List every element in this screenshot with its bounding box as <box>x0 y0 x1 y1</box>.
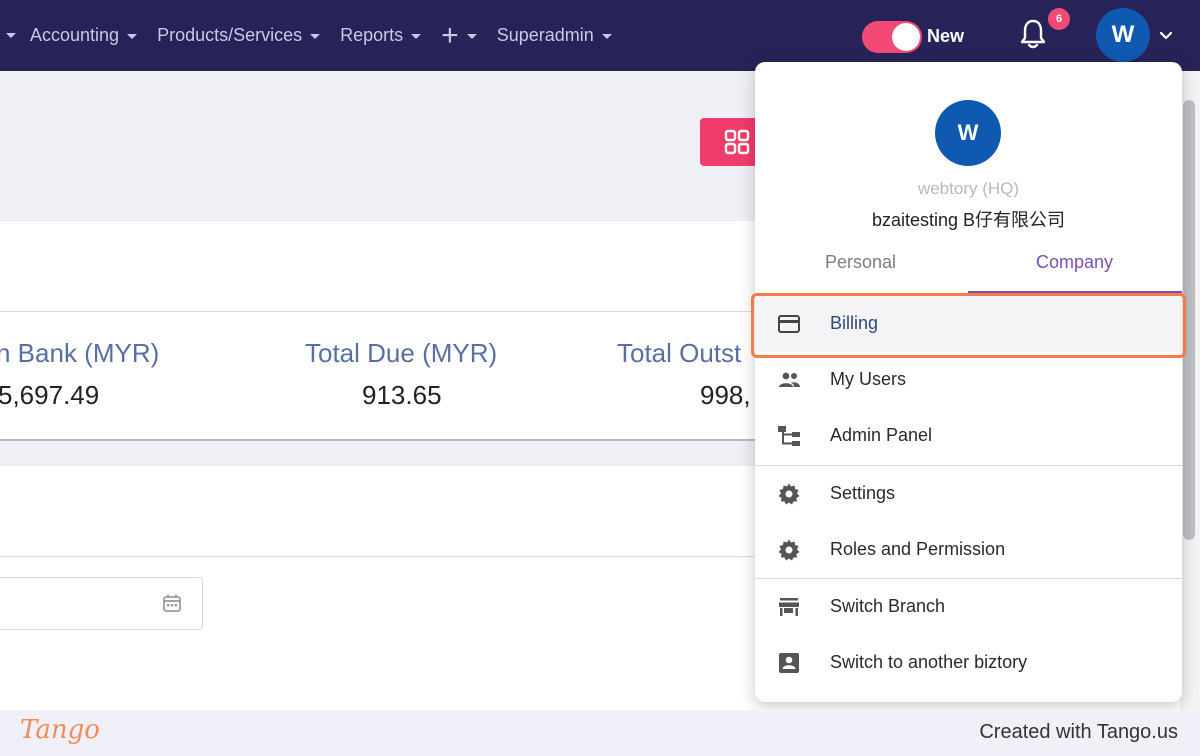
divider <box>0 439 760 441</box>
stat-outstanding-label: Total Outst <box>617 338 742 368</box>
toggle-knob <box>892 23 920 51</box>
menu-item-admin-panel[interactable]: Admin Panel <box>755 408 1182 464</box>
tab-company[interactable]: Company <box>1036 252 1113 273</box>
divider <box>0 556 760 557</box>
toggle-label: New <box>927 26 965 46</box>
stat-bank-value: 5,697.49 <box>0 380 100 410</box>
company-name: bzaitesting B仔有限公司 <box>871 210 1066 230</box>
menu-item-label: Switch to another biztory <box>830 652 1028 672</box>
users-icon <box>779 372 800 387</box>
nav-products-services[interactable]: Products/Services <box>157 25 321 46</box>
dropdown-avatar: W <box>935 100 1001 166</box>
new-ui-toggle[interactable] <box>862 21 922 53</box>
chevron-down-icon <box>310 34 321 39</box>
chevron-down-icon[interactable] <box>1160 32 1172 40</box>
stat-due-label: Total Due (MYR) <box>305 338 498 368</box>
focus-highlight <box>751 293 1186 358</box>
nav-accounting-label: Accounting <box>30 25 120 45</box>
menu-item-settings[interactable]: Settings <box>755 466 1182 522</box>
grid-icon <box>724 129 750 155</box>
chevron-down-icon <box>601 34 612 39</box>
footer-credit: Created with Tango.us <box>979 721 1178 743</box>
gear-icon <box>778 539 800 561</box>
nav-superadmin[interactable]: Superadmin <box>497 25 612 46</box>
notification-badge: 6 <box>1048 8 1070 30</box>
nav-reports[interactable]: Reports <box>340 25 422 46</box>
main-menu: Accounting Products/Services Reports + S… <box>0 0 632 71</box>
menu-item-label: Roles and Permission <box>830 539 1006 559</box>
stat-bank-label: n Bank (MYR) <box>0 338 160 368</box>
nav-accounting[interactable]: Accounting <box>30 25 138 46</box>
stat-outstanding-value: 998, <box>700 380 751 410</box>
chevron-down-icon <box>411 34 422 39</box>
chevron-down-icon <box>127 34 138 39</box>
hierarchy-icon <box>778 426 800 446</box>
chevron-down-icon[interactable] <box>6 33 16 38</box>
dashboard-grid-button[interactable] <box>700 118 760 166</box>
bell-icon[interactable] <box>1018 18 1048 50</box>
gear-icon <box>778 483 800 505</box>
contact-card-icon <box>779 653 799 673</box>
organization-name: webtory (HQ) <box>917 179 1020 198</box>
menu-item-label: Switch Branch <box>830 596 946 616</box>
menu-item-label: Settings <box>830 483 896 503</box>
nav-products-label: Products/Services <box>157 25 303 45</box>
store-icon <box>779 598 799 616</box>
divider <box>0 311 760 312</box>
menu-item-label: My Users <box>830 369 906 389</box>
menu-item-my-users[interactable]: My Users <box>755 352 1182 408</box>
stat-due-value: 913.65 <box>362 380 442 410</box>
nav-quick-add[interactable]: + <box>441 18 477 52</box>
chevron-down-icon <box>466 34 477 39</box>
tango-logo: Tango <box>20 715 100 745</box>
plus-icon: + <box>441 18 459 52</box>
user-avatar-button[interactable]: W <box>1096 8 1150 62</box>
menu-item-roles-permission[interactable]: Roles and Permission <box>755 522 1182 578</box>
menu-item-switch-branch[interactable]: Switch Branch <box>755 579 1182 635</box>
nav-superadmin-label: Superadmin <box>496 25 594 45</box>
calendar-icon[interactable] <box>162 593 182 613</box>
menu-item-switch-biztory[interactable]: Switch to another biztory <box>755 635 1182 691</box>
nav-reports-label: Reports <box>340 25 404 45</box>
menu-item-label: Admin Panel <box>830 425 933 445</box>
tab-personal[interactable]: Personal <box>825 252 896 273</box>
